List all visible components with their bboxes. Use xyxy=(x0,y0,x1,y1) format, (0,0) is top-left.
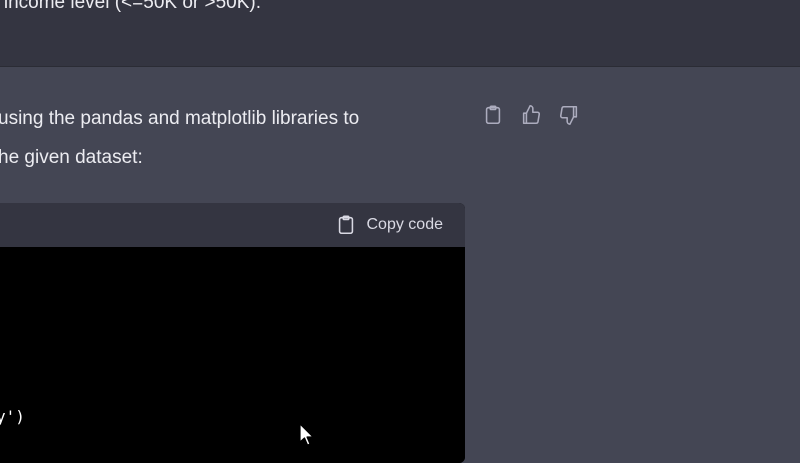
code-block-body[interactable]: y') xyxy=(0,247,465,463)
code-block: Copy code y') xyxy=(0,203,465,463)
thumbs-down-button[interactable] xyxy=(557,103,581,127)
user-message-band: e income level (<=50K or >50K). xyxy=(0,0,800,67)
thumbs-up-icon xyxy=(522,105,541,125)
mouse-pointer-icon xyxy=(299,423,314,446)
code-block-header: Copy code xyxy=(0,203,465,247)
copy-code-button[interactable]: Copy code xyxy=(335,203,444,247)
copy-message-button[interactable] xyxy=(481,103,505,127)
assistant-message-line-2: he given dataset: xyxy=(0,147,143,168)
assistant-message-line-1: using the pandas and matplotlib librarie… xyxy=(0,108,360,129)
message-actions xyxy=(481,103,581,127)
copy-code-label: Copy code xyxy=(366,216,444,233)
clipboard-icon xyxy=(485,105,501,125)
code-line: y') xyxy=(0,407,25,426)
user-message-text: e income level (<=50K or >50K). xyxy=(0,0,262,13)
thumbs-down-icon xyxy=(559,105,578,125)
thumbs-up-button[interactable] xyxy=(519,103,543,127)
clipboard-icon xyxy=(338,215,353,235)
